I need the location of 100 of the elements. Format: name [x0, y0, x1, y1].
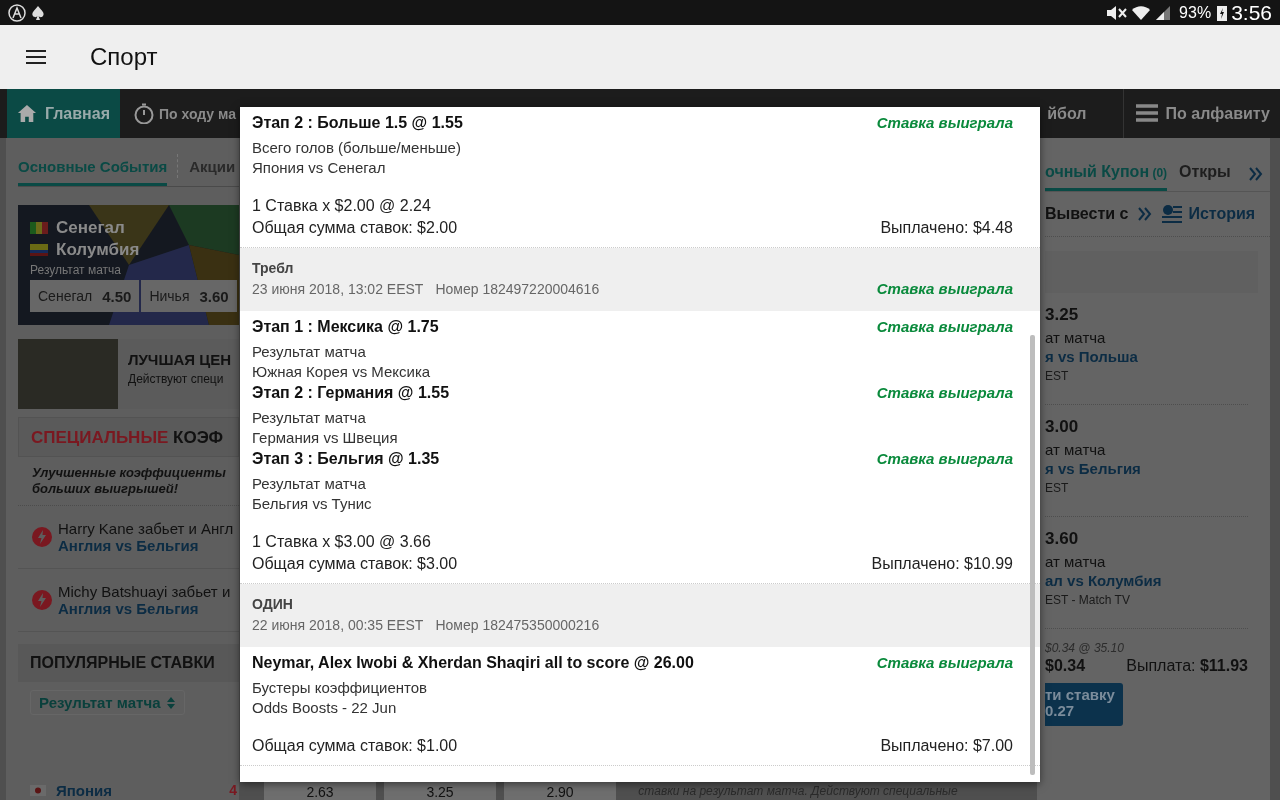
bet-status: Ставка выиграла: [876, 279, 1013, 299]
odds-cell[interactable]: 3.25: [384, 780, 496, 800]
nav-tab[interactable]: Главная: [7, 89, 120, 138]
sort-caret-icon: [166, 695, 177, 710]
leg-status: Ставка выиграла: [876, 653, 1013, 673]
total-stake: Общая сумма ставок: $3.00: [252, 554, 458, 574]
count-label: 4: [229, 782, 237, 798]
leg-title: Neymar, Alex Iwobi & Xherdan Shaqiri all to score @ 26.00: [252, 653, 694, 673]
mute-icon: [1105, 4, 1128, 21]
lightning-icon: [32, 590, 52, 610]
leg-status: Ставка выиграла: [876, 383, 1013, 403]
leg-status: Ставка выиграла: [876, 317, 1013, 337]
app-title: Спорт: [90, 43, 158, 71]
bet-market: ат матча: [1045, 553, 1107, 570]
bet-market: ат матча: [1045, 441, 1107, 458]
paid-amount: Выплачено: $10.99: [871, 554, 1013, 574]
leg-market: Результат матча: [252, 474, 367, 494]
flag-icon: [30, 222, 48, 234]
app-logo-icon: [8, 3, 26, 22]
bet-odds: 3.60: [1045, 529, 1080, 549]
odds-button[interactable]: Ничья 3.60: [141, 280, 237, 312]
battery-icon: [1217, 4, 1228, 21]
promo-title: ЛУЧШАЯ ЦЕН: [128, 351, 232, 368]
list-icon: [1135, 103, 1158, 124]
event-link[interactable]: ал vs Колумбия: [1045, 572, 1248, 589]
wifi-icon: [1131, 4, 1152, 21]
bet-time: EST: [1045, 481, 1070, 495]
home-icon: [17, 103, 37, 124]
betslip-tab[interactable]: очный Купон (0): [1045, 163, 1168, 191]
double-chevron-icon[interactable]: [1138, 207, 1153, 221]
bet-time: EST: [1045, 369, 1070, 383]
team-name: Сенегал: [56, 218, 125, 238]
leg-event: Odds Boosts - 22 Jun: [252, 698, 398, 718]
leg-status: Ставка выиграла: [876, 113, 1013, 133]
section-heading: СПЕЦИАЛЬНЫЕ КОЭФ: [18, 417, 239, 457]
bet-number: Номер 182475350000216: [435, 616, 600, 635]
clock: 3:56: [1231, 0, 1272, 25]
leg-event: Германия vs Швеция: [252, 428, 399, 448]
leg-title: Этап 2 : Больше 1.5 @ 1.55: [252, 113, 463, 133]
battery-percent: 93%: [1179, 3, 1212, 22]
leg-market: Результат матча: [252, 408, 367, 428]
paid-amount: Выплачено: $4.48: [880, 218, 1013, 238]
nav-tab[interactable]: йбол: [1043, 89, 1097, 138]
double-chevron-icon[interactable]: [1248, 167, 1263, 181]
bet-date: 22 июня 2018, 00:35 EEST: [252, 616, 424, 635]
odds-button[interactable]: Сенегал 4.50: [30, 280, 140, 312]
betslip-tab[interactable]: Откры: [1179, 163, 1231, 191]
history-link[interactable]: История: [1162, 204, 1256, 224]
stake-line: $0.34 @ 35.10: [1045, 641, 1125, 655]
bet-time: EST - Match TV: [1045, 593, 1131, 607]
stake-amount: $0.34: [1045, 657, 1086, 675]
event-link[interactable]: я vs Польша: [1045, 348, 1248, 365]
leg-market: Всего голов (больше/меньше): [252, 138, 462, 158]
section-tab[interactable]: Основные События: [18, 158, 168, 186]
bet-odds: 3.00: [1045, 417, 1080, 437]
bet-type: ОДИН: [252, 595, 294, 614]
bet-market: ат матча: [1045, 329, 1107, 346]
bet-date: 23 июня 2018, 13:02 EEST: [252, 280, 424, 299]
leg-market: Результат матча: [252, 342, 367, 362]
flag-icon: [30, 784, 46, 796]
stake-line: 1 Ставка x $2.00 @ 2.24: [252, 196, 432, 216]
boost-title: Harry Kane забьет и Англ: [58, 520, 234, 537]
section-heading: ПОПУЛЯРНЫЕ СТАВКИ: [18, 644, 239, 682]
scrollbar[interactable]: [1030, 335, 1035, 775]
paid-amount: Выплачено: $7.00: [880, 736, 1013, 756]
leg-event: Япония vs Сенегал: [252, 158, 387, 178]
cashout-link[interactable]: Вывести с: [1045, 205, 1129, 223]
flag-icon: [30, 244, 48, 256]
event-link[interactable]: я vs Бельгия: [1045, 460, 1248, 477]
event-link[interactable]: Англия vs Бельгия: [58, 600, 231, 617]
event-link[interactable]: Англия vs Бельгия: [58, 537, 234, 554]
bet-type: Требл: [252, 259, 295, 278]
tagline: Улучшенные коэффициенты больших выигрышей!: [18, 457, 239, 506]
odds-cell[interactable]: 2.63: [264, 780, 376, 800]
leg-event: Южная Корея vs Мексика: [252, 362, 432, 382]
team-name: Япония: [56, 781, 113, 799]
odds-cell[interactable]: 2.90: [504, 780, 616, 800]
menu-icon[interactable]: [26, 49, 46, 65]
boost-title: Michy Batshuayi забьет и: [58, 583, 231, 600]
bet-odds: 3.25: [1045, 305, 1080, 325]
payout-text: Выплата: $11.93: [1126, 657, 1248, 675]
market-label: Результат матча: [30, 263, 122, 277]
leg-title: Этап 2 : Германия @ 1.55: [252, 383, 450, 403]
spade-icon: [30, 4, 46, 21]
team-name: Колумбия: [56, 240, 140, 260]
bet-number: Номер 182497220004616: [435, 280, 600, 299]
leg-title: Этап 1 : Мексика @ 1.75: [252, 317, 439, 337]
leg-market: Бустеры коэффициентов: [252, 678, 429, 698]
promo-text: Действуют специ: [128, 372, 225, 386]
market-dropdown[interactable]: Результат матча: [30, 690, 186, 715]
leg-event: Бельгия vs Тунис: [252, 494, 373, 514]
place-bet-button[interactable]: ти ставку 0.27: [1045, 683, 1123, 726]
stopwatch-icon: [133, 103, 155, 124]
history-icon: [1162, 204, 1183, 224]
leg-title: Этап 3 : Бельгия @ 1.35: [252, 449, 440, 469]
lightning-icon: [32, 527, 52, 547]
total-stake: Общая сумма ставок: $2.00: [252, 218, 458, 238]
total-stake: Общая сумма ставок: $1.00: [252, 736, 458, 756]
leg-status: Ставка выиграла: [876, 449, 1013, 469]
nav-tab[interactable]: По ходу ма: [125, 89, 236, 138]
